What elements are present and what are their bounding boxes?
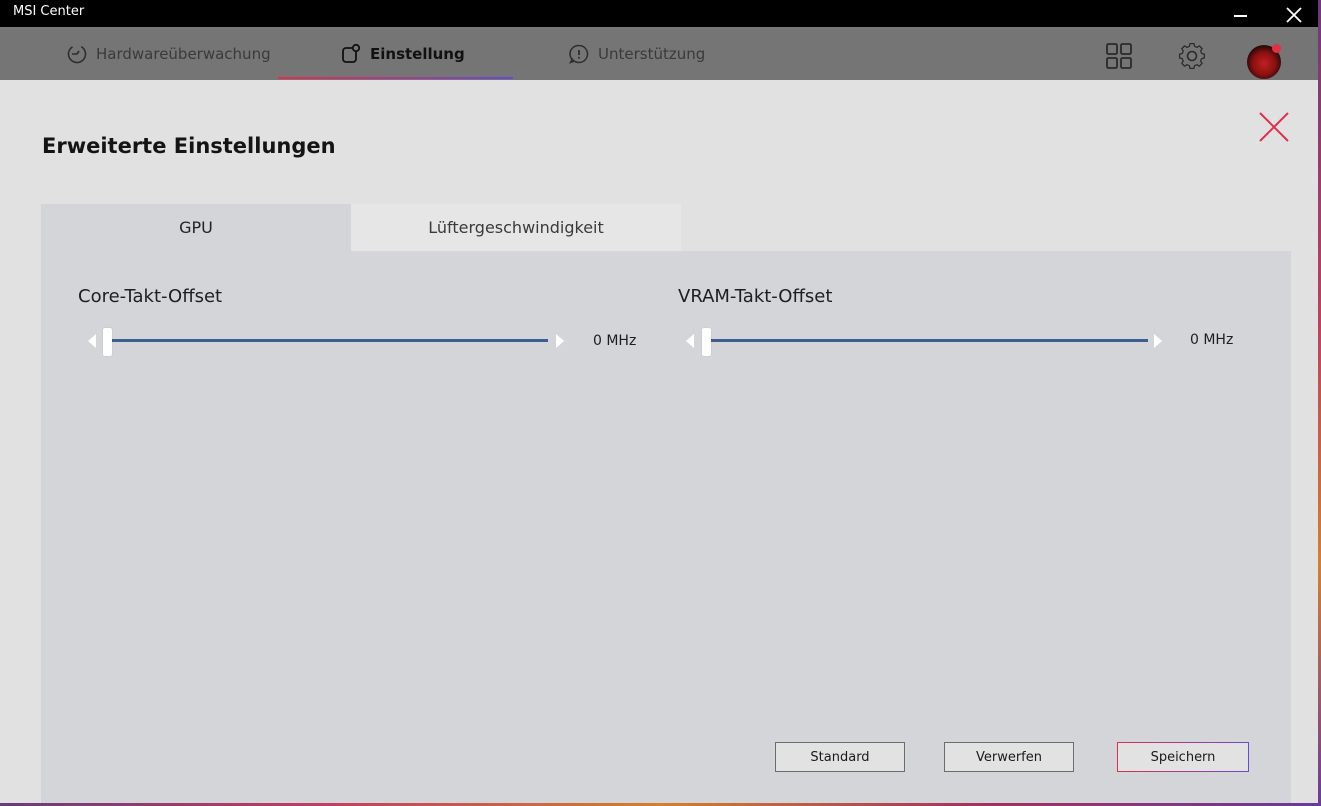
notification-dot — [1272, 44, 1281, 53]
standard-button[interactable]: Standard — [775, 742, 905, 772]
close-window-button[interactable] — [1271, 0, 1317, 27]
active-tab-indicator — [278, 77, 513, 79]
tab-label: Hardwareüberwachung — [96, 44, 271, 63]
close-settings-button[interactable] — [1257, 110, 1291, 144]
msi-center-window: MSI Center Hardwareüberwachung Einstellu… — [0, 0, 1318, 803]
minimize-button[interactable] — [1218, 0, 1264, 27]
close-icon — [1259, 112, 1289, 142]
tab-label: Einstellung — [370, 44, 465, 63]
vram-clock-offset-value: 0 MHz — [1190, 332, 1234, 348]
settings-gear-button[interactable] — [1173, 35, 1211, 73]
title-bar: MSI Center — [0, 0, 1318, 27]
tab-gpu[interactable]: GPU — [41, 204, 351, 251]
support-alert-icon — [568, 43, 590, 65]
slider-thumb[interactable] — [103, 328, 112, 356]
core-clock-offset-value: 0 MHz — [593, 333, 637, 349]
avatar[interactable] — [1247, 44, 1281, 79]
tab-support[interactable]: Unterstützung — [568, 27, 705, 80]
discard-button[interactable]: Verwerfen — [944, 742, 1074, 772]
slider-thumb[interactable] — [702, 328, 711, 356]
settings-tabs: GPU Lüftergeschwindigkeit — [41, 204, 1291, 251]
tab-fan-speed[interactable]: Lüftergeschwindigkeit — [351, 204, 681, 251]
tab-hardware-monitoring[interactable]: Hardwareüberwachung — [66, 27, 271, 80]
vram-clock-offset-label: VRAM-Takt-Offset — [678, 286, 833, 307]
decrease-arrow-icon[interactable] — [88, 334, 96, 348]
apps-grid-button[interactable] — [1100, 35, 1138, 73]
decrease-arrow-icon[interactable] — [686, 334, 694, 348]
settings-square-icon — [340, 43, 362, 65]
slider-track[interactable] — [104, 339, 548, 342]
core-clock-offset-slider[interactable] — [88, 328, 568, 356]
monitor-gauge-icon — [66, 43, 88, 65]
tab-label: Unterstützung — [598, 44, 706, 63]
vram-clock-offset-slider[interactable] — [686, 328, 1166, 356]
core-clock-offset-label: Core-Takt-Offset — [78, 286, 223, 307]
page-title: Erweiterte Einstellungen — [42, 134, 336, 158]
tab-settings[interactable]: Einstellung — [340, 27, 465, 80]
main-nav: Hardwareüberwachung Einstellung Unterstü… — [0, 27, 1318, 80]
close-icon — [1286, 7, 1302, 23]
grid-icon — [1106, 43, 1132, 69]
save-button[interactable]: Speichern — [1117, 742, 1249, 772]
app-title: MSI Center — [13, 4, 85, 19]
increase-arrow-icon[interactable] — [1154, 334, 1162, 348]
gear-icon — [1178, 43, 1205, 69]
increase-arrow-icon[interactable] — [556, 334, 564, 348]
slider-track[interactable] — [702, 339, 1148, 342]
